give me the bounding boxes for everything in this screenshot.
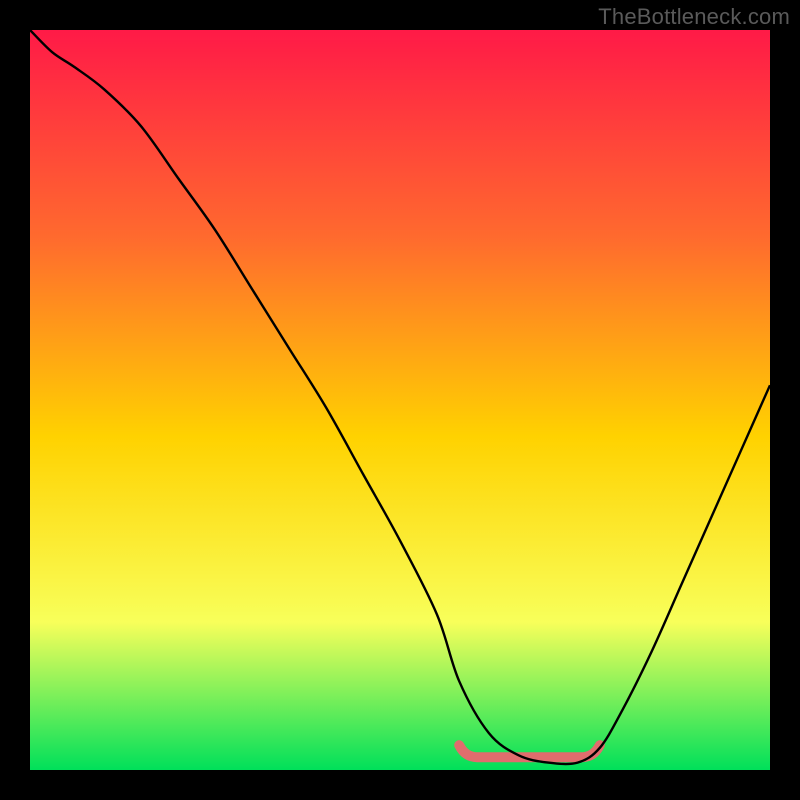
chart-frame: TheBottleneck.com — [0, 0, 800, 800]
bottleneck-chart — [30, 30, 770, 770]
gradient-background — [30, 30, 770, 770]
watermark-text: TheBottleneck.com — [598, 4, 790, 30]
